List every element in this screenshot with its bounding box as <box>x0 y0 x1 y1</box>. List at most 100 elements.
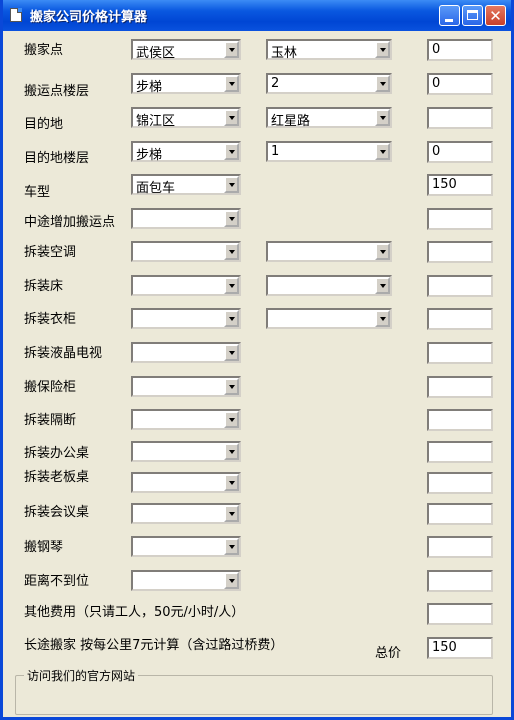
extra-stop-combobox[interactable] <box>131 208 241 229</box>
pickup-floor-combobox[interactable]: 2 <box>266 73 392 94</box>
window-title: 搬家公司价格计算器 <box>30 10 148 25</box>
dropdown-button[interactable] <box>375 143 390 160</box>
safe-price-field[interactable] <box>427 376 493 398</box>
dropdown-button[interactable] <box>224 143 239 160</box>
dropdown-button[interactable] <box>375 41 390 58</box>
label-wardrobe: 拆装衣柜 <box>24 312 77 327</box>
distance-shortfall-combobox[interactable] <box>131 570 241 591</box>
dropdown-button[interactable] <box>224 411 239 428</box>
office-desk-price-field[interactable] <box>427 441 493 463</box>
dropdown-button[interactable] <box>224 474 239 491</box>
air-conditioner-price-field[interactable] <box>427 241 493 263</box>
chevron-down-icon <box>229 351 235 355</box>
move-point-price-field[interactable]: 0 <box>427 39 493 61</box>
chevron-down-icon <box>229 150 235 154</box>
boss-desk-combobox[interactable] <box>131 472 241 493</box>
combobox-value: 面包车 <box>136 181 176 196</box>
label-boss-desk: 拆装老板桌 <box>24 470 90 485</box>
boss-desk-price-field[interactable] <box>427 472 493 494</box>
wardrobe-qty-combobox[interactable] <box>266 308 392 329</box>
vehicle-type-combobox[interactable]: 面包车 <box>131 174 241 196</box>
dropdown-button[interactable] <box>224 277 239 294</box>
dropdown-button[interactable] <box>224 176 239 193</box>
dropdown-button[interactable] <box>375 109 390 126</box>
destination-stairs-combobox[interactable]: 步梯 <box>131 141 241 163</box>
label-extra-stop: 中途增加搬运点 <box>24 215 116 230</box>
label-vehicle-type: 车型 <box>24 185 51 200</box>
title-bar[interactable]: 搬家公司价格计算器 ✕ <box>3 0 511 31</box>
bed-price-field[interactable] <box>427 275 493 297</box>
chevron-down-icon <box>229 317 235 321</box>
pickup-floor-price-field[interactable]: 0 <box>427 73 493 95</box>
dropdown-button[interactable] <box>224 505 239 522</box>
maximize-button[interactable] <box>462 5 483 26</box>
dropdown-button[interactable] <box>224 344 239 361</box>
chevron-down-icon <box>380 284 386 288</box>
label-air-conditioner: 拆装空调 <box>24 245 77 260</box>
dropdown-button[interactable] <box>375 277 390 294</box>
piano-combobox[interactable] <box>131 536 241 557</box>
meeting-table-price-field[interactable] <box>427 503 493 525</box>
extra-stop-price-field[interactable] <box>427 208 493 230</box>
street-combobox[interactable]: 玉林 <box>266 39 392 61</box>
bed-qty-combobox[interactable] <box>266 275 392 296</box>
chevron-down-icon <box>380 116 386 120</box>
partition-combobox[interactable] <box>131 409 241 430</box>
piano-price-field[interactable] <box>427 536 493 558</box>
dropdown-button[interactable] <box>375 243 390 260</box>
chevron-down-icon <box>229 48 235 52</box>
label-long-distance: 长途搬家 按每公里7元计算（含过路过桥费） <box>24 638 284 653</box>
distance-shortfall-price-field[interactable] <box>427 570 493 592</box>
dropdown-button[interactable] <box>375 75 390 92</box>
bed-combobox[interactable] <box>131 275 241 296</box>
dropdown-button[interactable] <box>224 75 239 92</box>
minimize-button[interactable] <box>439 5 460 26</box>
lcd-tv-combobox[interactable] <box>131 342 241 363</box>
chevron-down-icon <box>229 217 235 221</box>
website-groupbox: 访问我们的官方网站 <box>15 667 493 715</box>
chevron-down-icon <box>229 418 235 422</box>
destination-price-field[interactable] <box>427 107 493 129</box>
pickup-stairs-combobox[interactable]: 步梯 <box>131 73 241 95</box>
dropdown-button[interactable] <box>224 378 239 395</box>
label-piano: 搬钢琴 <box>24 540 64 555</box>
destination-district-combobox[interactable]: 锦江区 <box>131 107 241 129</box>
other-fees-field[interactable] <box>427 603 493 625</box>
destination-floor-price-field[interactable]: 0 <box>427 141 493 163</box>
wardrobe-price-field[interactable] <box>427 308 493 330</box>
label-safe: 搬保险柜 <box>24 380 77 395</box>
chevron-down-icon <box>229 250 235 254</box>
dropdown-button[interactable] <box>224 538 239 555</box>
air-conditioner-combobox[interactable] <box>131 241 241 262</box>
vehicle-price-field[interactable]: 150 <box>427 174 493 196</box>
combobox-value: 锦江区 <box>136 114 176 129</box>
close-button[interactable]: ✕ <box>485 5 506 26</box>
label-bed: 拆装床 <box>24 279 64 294</box>
label-lcd-tv: 拆装液晶电视 <box>24 346 103 361</box>
chevron-down-icon <box>380 317 386 321</box>
total-price-field[interactable]: 150 <box>427 637 493 659</box>
dropdown-button[interactable] <box>224 243 239 260</box>
destination-floor-combobox[interactable]: 1 <box>266 141 392 162</box>
air-conditioner-qty-combobox[interactable] <box>266 241 392 262</box>
destination-street-combobox[interactable]: 红星路 <box>266 107 392 129</box>
partition-price-field[interactable] <box>427 409 493 431</box>
office-desk-combobox[interactable] <box>131 441 241 462</box>
wardrobe-combobox[interactable] <box>131 308 241 329</box>
district-combobox[interactable]: 武侯区 <box>131 39 241 61</box>
chevron-down-icon <box>380 150 386 154</box>
safe-combobox[interactable] <box>131 376 241 397</box>
dropdown-button[interactable] <box>224 210 239 227</box>
chevron-down-icon <box>380 82 386 86</box>
dropdown-button[interactable] <box>375 310 390 327</box>
dropdown-button[interactable] <box>224 310 239 327</box>
dropdown-button[interactable] <box>224 41 239 58</box>
dropdown-button[interactable] <box>224 443 239 460</box>
lcd-tv-price-field[interactable] <box>427 342 493 364</box>
dropdown-button[interactable] <box>224 572 239 589</box>
dropdown-button[interactable] <box>224 109 239 126</box>
meeting-table-combobox[interactable] <box>131 503 241 524</box>
website-link[interactable]: 访问我们的官方网站 <box>24 667 139 684</box>
combobox-value: 红星路 <box>271 114 311 129</box>
combobox-value: 武侯区 <box>136 46 176 61</box>
